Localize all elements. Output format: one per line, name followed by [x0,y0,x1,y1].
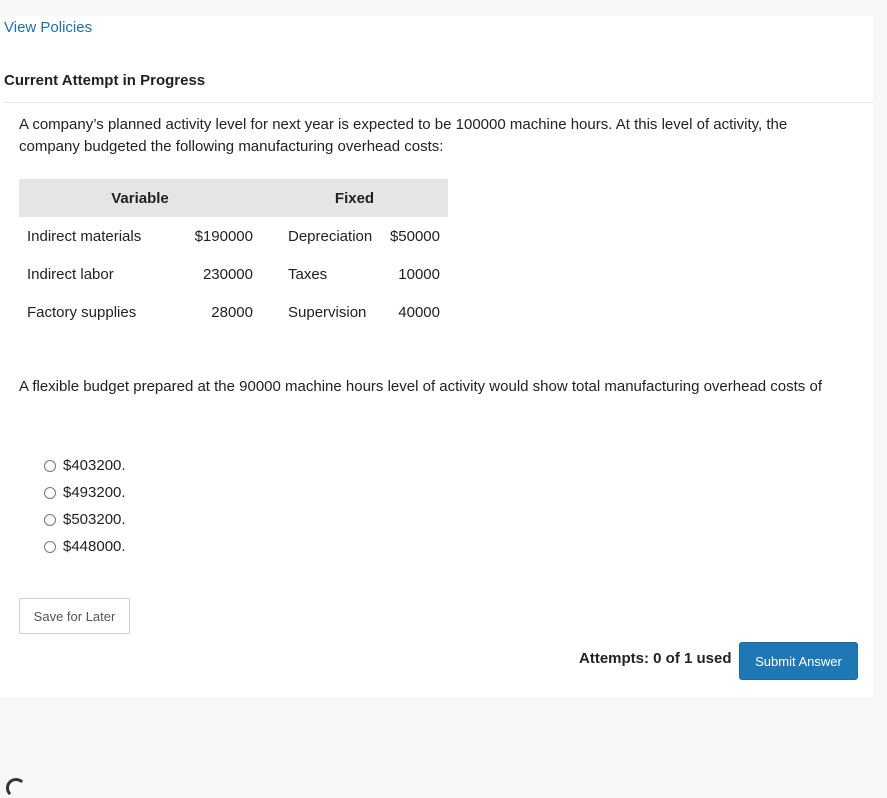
save-for-later-button[interactable]: Save for Later [19,598,130,634]
fixed-cost-label: Depreciation [288,227,373,245]
variable-cost-label: Indirect materials [27,227,142,245]
variable-cost-label: Factory supplies [27,303,137,321]
answer-option-a[interactable]: $403200. [44,452,126,479]
fixed-cost-value: 40000 [398,303,440,321]
attempt-status-heading: Current Attempt in Progress [4,72,206,89]
fixed-cost-value: 10000 [398,265,440,283]
overhead-cost-table: Variable Fixed Indirect materials $19000… [19,179,448,331]
table-row: Factory supplies 28000 Supervision 40000 [19,293,448,331]
partial-logo-icon [6,778,26,798]
answer-options: $403200. $493200. $503200. $448000. [44,452,126,560]
variable-cost-value: $190000 [194,227,253,245]
view-policies-link[interactable]: View Policies [4,19,92,36]
table-row: Indirect labor 230000 Taxes 10000 [19,255,448,293]
fixed-cost-label: Taxes [288,265,328,283]
radio-button[interactable] [44,540,56,553]
question-prompt: A flexible budget prepared at the 90000 … [19,378,822,395]
fixed-cost-value: $50000 [389,227,440,245]
answer-option-d[interactable]: $448000. [44,533,126,560]
variable-cost-value: 28000 [211,303,253,321]
divider [4,102,873,103]
variable-cost-value: 230000 [202,265,253,283]
question-panel: View Policies Current Attempt in Progres… [0,16,873,697]
answer-option-b[interactable]: $493200. [44,479,126,506]
answer-option-label: $403200. [63,457,126,474]
fixed-cost-label: Supervision [288,303,367,321]
radio-button[interactable] [44,486,56,499]
answer-option-label: $493200. [63,484,126,501]
radio-button[interactable] [44,459,56,472]
question-intro: A company’s planned activity level for n… [19,116,788,155]
answer-option-label: $503200. [63,511,126,528]
submit-answer-button[interactable]: Submit Answer [739,642,858,680]
table-row: Indirect materials $190000 Depreciation … [19,217,448,255]
table-header-variable: Variable [19,179,261,217]
variable-cost-label: Indirect labor [27,265,114,283]
radio-button[interactable] [44,513,56,526]
table-header-fixed: Fixed [261,179,448,217]
answer-option-label: $448000. [63,538,126,555]
answer-option-c[interactable]: $503200. [44,506,126,533]
attempts-counter: Attempts: 0 of 1 used [579,650,732,667]
